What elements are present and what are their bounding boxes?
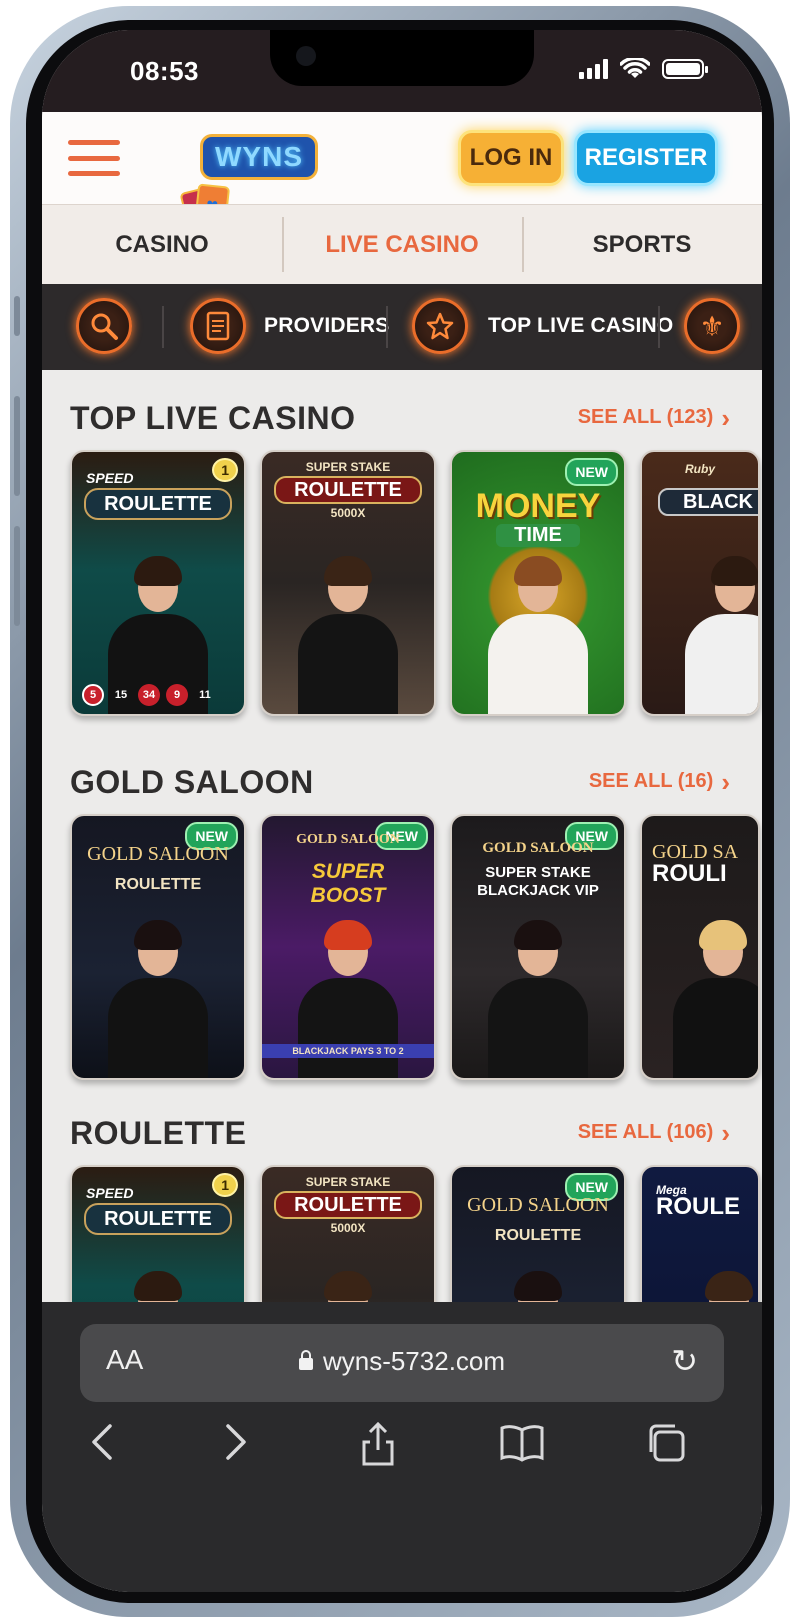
card-title: ROULE bbox=[656, 1193, 740, 1220]
url-display[interactable]: wyns-5732.com bbox=[80, 1346, 724, 1377]
front-camera bbox=[296, 46, 316, 66]
card-title: MONEY bbox=[475, 487, 601, 525]
divider bbox=[162, 306, 164, 348]
game-lobby: TOP LIVE CASINO SEE ALL (123) › 1 SPEED R… bbox=[42, 370, 762, 1332]
game-card[interactable]: SUPER STAKE ROULETTE 5000X bbox=[260, 450, 436, 716]
card-title: ROULETTE bbox=[274, 476, 422, 504]
see-all-label: SEE ALL (16) bbox=[588, 770, 714, 792]
roulette-number: 5 bbox=[82, 684, 104, 706]
address-bar[interactable]: AA wyns-5732.com ↻ bbox=[80, 1324, 724, 1402]
game-card[interactable]: NEW MONEY TIME bbox=[450, 450, 626, 716]
card-subtitle: 5000X bbox=[330, 1221, 366, 1235]
volume-down-button bbox=[14, 526, 20, 626]
card-brand: SPEED bbox=[86, 1185, 134, 1201]
card-title: SUPER STAKE bbox=[485, 864, 591, 881]
star-icon[interactable] bbox=[412, 298, 468, 354]
card-title: ROULETTE bbox=[84, 1203, 232, 1235]
game-card[interactable]: NEW GOLD SALOON ROULETTE bbox=[70, 814, 246, 1080]
section-title: TOP LIVE CASINO bbox=[70, 400, 356, 436]
chevron-right-icon: › bbox=[721, 766, 730, 797]
reload-icon[interactable]: ↻ bbox=[671, 1342, 698, 1380]
see-all-link[interactable]: SEE ALL (106) › bbox=[577, 1117, 730, 1148]
roulette-number: 9 bbox=[166, 684, 188, 706]
card-brand: GOLD SALOON bbox=[467, 1194, 609, 1216]
see-all-link[interactable]: SEE ALL (16) › bbox=[588, 766, 730, 797]
sub-nav: PROVIDERS TOP LIVE CASINO ⚜ bbox=[42, 284, 762, 370]
back-icon[interactable] bbox=[72, 1422, 132, 1472]
volume-up-button bbox=[14, 396, 20, 496]
wyns-logo[interactable]: ♥ WYNS bbox=[156, 132, 318, 235]
browser-nav-toolbar bbox=[42, 1421, 762, 1482]
section-title: ROULETTE bbox=[70, 1115, 247, 1151]
roulette-number: 15 bbox=[114, 689, 128, 701]
card-title: ROULETTE bbox=[274, 1191, 422, 1219]
card-brand: GOLD SALOON bbox=[296, 832, 400, 847]
game-card[interactable]: GOLD SA ROULI bbox=[640, 814, 760, 1080]
url-text: wyns-5732.com bbox=[322, 1346, 506, 1376]
card-title: ROULETTE bbox=[84, 488, 232, 520]
rank-badge: 1 bbox=[212, 1173, 238, 1197]
card-brand: SUPER STAKE bbox=[305, 460, 391, 474]
see-all-link[interactable]: SEE ALL (123) › bbox=[577, 402, 730, 433]
tab-live-casino[interactable]: LIVE CASINO bbox=[282, 205, 522, 284]
card-brand: Ruby bbox=[685, 462, 715, 476]
card-brand: GOLD SALOON bbox=[482, 840, 594, 856]
wifi-icon bbox=[620, 58, 650, 78]
game-card[interactable]: Ruby BLACK bbox=[640, 450, 760, 716]
card-title: SUPER BOOST bbox=[310, 860, 386, 907]
login-button[interactable]: LOG IN bbox=[458, 130, 564, 186]
roulette-number: 11 bbox=[199, 689, 211, 701]
status-bar: 08:53 bbox=[42, 30, 762, 112]
card-brand: GOLD SALOON bbox=[87, 843, 229, 865]
divider bbox=[658, 306, 660, 348]
section-title: GOLD SALOON bbox=[70, 764, 314, 800]
tab-sports[interactable]: SPORTS bbox=[522, 205, 762, 284]
screen: 08:53 ♥ WYNS LOG IN REGISTER CASINO LIVE… bbox=[42, 30, 762, 1592]
register-button[interactable]: REGISTER bbox=[574, 130, 718, 186]
chevron-right-icon: › bbox=[721, 1117, 730, 1148]
lock-icon bbox=[298, 1350, 313, 1370]
card-title: ROULI bbox=[652, 860, 727, 887]
card-subtitle: BLACKJACK VIP bbox=[477, 882, 599, 899]
top-live-casino-link[interactable]: TOP LIVE CASINO bbox=[488, 314, 673, 338]
cellular-signal-icon bbox=[579, 59, 608, 79]
divider bbox=[386, 306, 388, 348]
tab-casino[interactable]: CASINO bbox=[42, 205, 282, 284]
see-all-label: SEE ALL (123) bbox=[577, 406, 714, 428]
rank-badge: 1 bbox=[212, 458, 238, 482]
game-card[interactable]: NEW GOLD SALOON SUPER STAKE BLACKJACK VI… bbox=[450, 814, 626, 1080]
card-title: ROULETTE bbox=[114, 876, 202, 893]
safari-toolbar: AA wyns-5732.com ↻ bbox=[42, 1302, 762, 1592]
search-icon[interactable] bbox=[76, 298, 132, 354]
card-title: BLACK bbox=[658, 488, 758, 516]
status-time: 08:53 bbox=[130, 56, 199, 86]
battery-icon bbox=[662, 59, 708, 79]
game-card[interactable]: NEW GOLD SALOON SUPER BOOST BLACKJACK PA… bbox=[260, 814, 436, 1080]
site-header: ♥ WYNS LOG IN REGISTER bbox=[42, 112, 762, 235]
card-brand: SUPER STAKE bbox=[305, 1175, 391, 1189]
recent-numbers: 5 15 34 9 11 bbox=[82, 684, 216, 706]
fleur-de-lis-icon[interactable]: ⚜ bbox=[684, 298, 740, 354]
new-badge: NEW bbox=[565, 458, 618, 486]
logo-text: WYNS bbox=[200, 134, 318, 180]
bookmarks-icon[interactable] bbox=[492, 1422, 552, 1472]
tabs-icon[interactable] bbox=[636, 1422, 696, 1474]
game-card[interactable]: 1 SPEED ROULETTE 5 15 34 9 11 bbox=[70, 450, 246, 716]
forward-icon[interactable] bbox=[206, 1422, 266, 1472]
share-icon[interactable] bbox=[348, 1421, 408, 1476]
chevron-right-icon: › bbox=[721, 402, 730, 433]
notch bbox=[270, 30, 534, 86]
main-nav: CASINO LIVE CASINO SPORTS bbox=[42, 204, 762, 284]
menu-icon[interactable] bbox=[68, 140, 120, 176]
providers-icon[interactable] bbox=[190, 298, 246, 354]
card-title: ROULETTE bbox=[494, 1227, 582, 1244]
card-subtitle: 5000X bbox=[330, 506, 366, 520]
status-icons bbox=[579, 58, 708, 80]
see-all-label: SEE ALL (106) bbox=[577, 1121, 714, 1143]
card-subtitle: BLACKJACK PAYS 3 TO 2 bbox=[262, 1044, 434, 1058]
providers-link[interactable]: PROVIDERS bbox=[264, 314, 390, 338]
card-brand: SPEED bbox=[86, 470, 134, 486]
roulette-number: 34 bbox=[138, 684, 160, 706]
mute-switch bbox=[14, 296, 20, 336]
